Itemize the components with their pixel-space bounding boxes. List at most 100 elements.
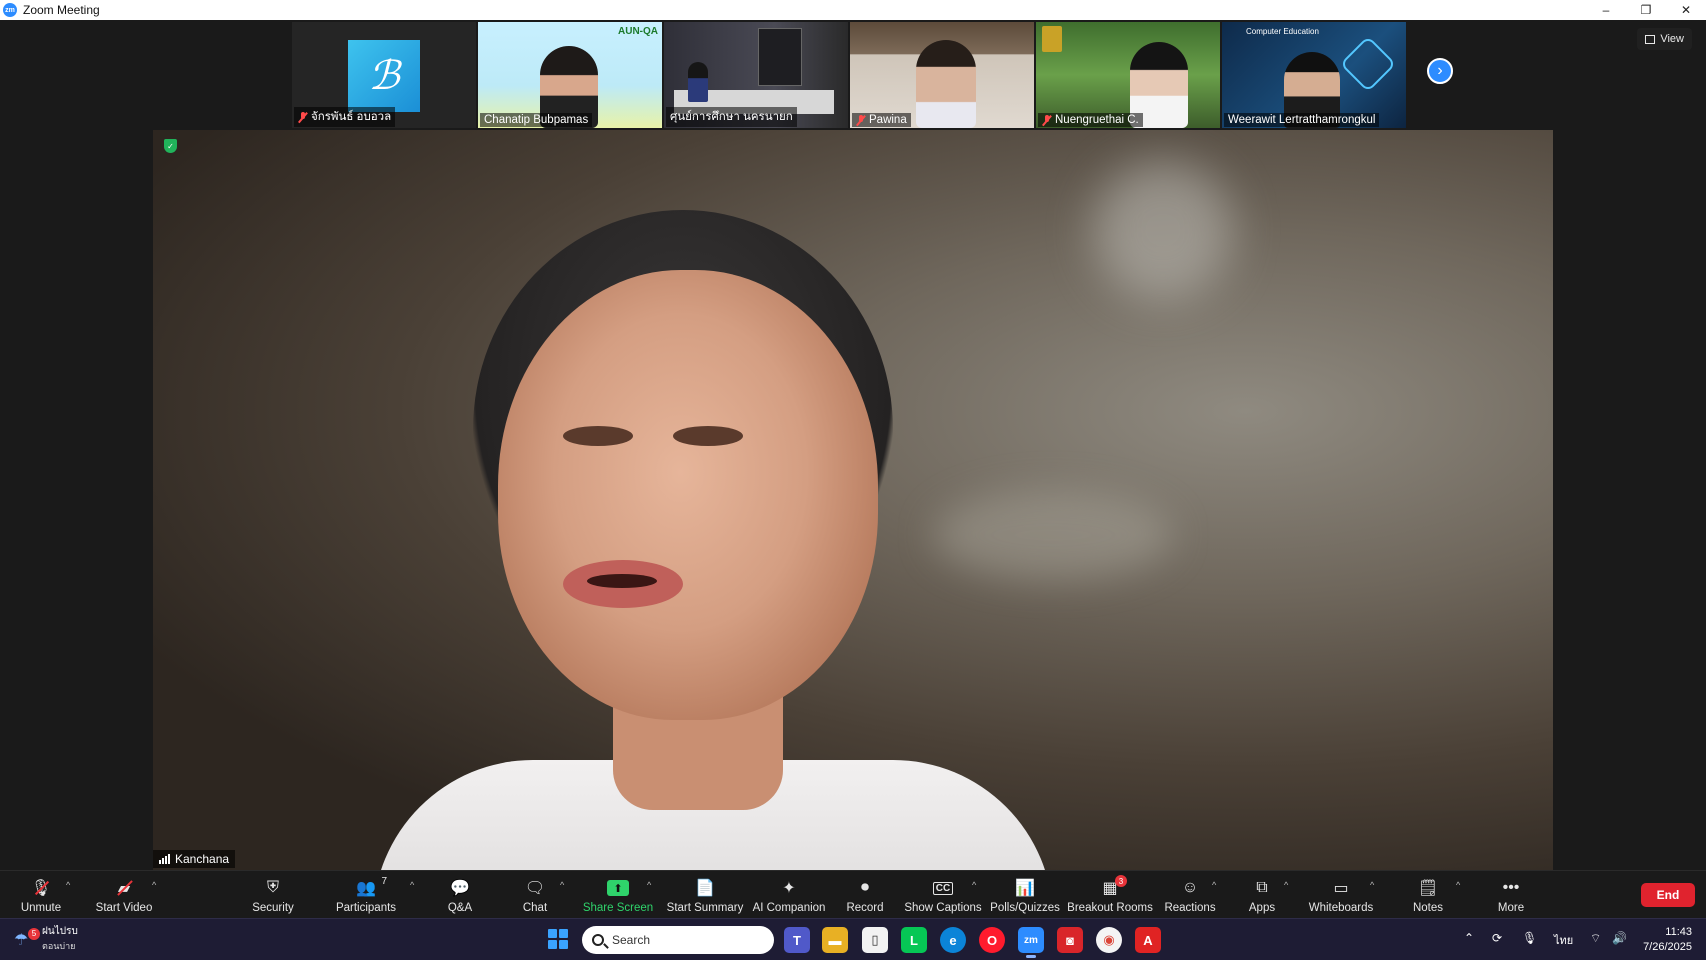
participant-video	[688, 62, 708, 102]
share-caret-icon[interactable]: ^	[647, 880, 651, 890]
encryption-shield-icon[interactable]: ✓	[164, 139, 177, 153]
participant-video	[916, 40, 976, 128]
file-explorer-icon[interactable]: ▬	[822, 927, 848, 953]
start-video-label: Start Video	[95, 902, 153, 914]
pdf-reader-icon[interactable]: A	[1135, 927, 1161, 953]
qa-button[interactable]: 💬 Q&A	[446, 871, 474, 919]
view-button[interactable]: View	[1637, 28, 1692, 50]
search-icon	[592, 934, 604, 946]
taskbar-search-box[interactable]: Search	[582, 926, 774, 954]
show-hidden-icons-chevron-icon[interactable]: ⌃	[1464, 931, 1474, 945]
apps-label: Apps	[1248, 902, 1276, 914]
screenshot-app-icon[interactable]: ◙	[1057, 927, 1083, 953]
participant-tile[interactable]: Computer Education Weerawit Lertratthamr…	[1222, 22, 1406, 128]
muted-mic-icon	[298, 111, 308, 123]
closed-captions-icon: CC	[932, 878, 954, 898]
participant-name-label: ศุนย์การศึกษา นครนายก	[666, 107, 797, 127]
weather-line-1: ฝนไปรบ	[42, 926, 78, 937]
notes-icon: 🗒	[1417, 880, 1439, 897]
profile-logo-icon: ℬ	[348, 40, 420, 112]
notes-label: Notes	[1412, 902, 1444, 914]
whiteboard-icon: ▭	[1333, 880, 1349, 897]
chrome-browser-icon[interactable]: ◉	[1096, 927, 1122, 953]
participant-name: Pawina	[869, 114, 907, 126]
chat-caret-icon[interactable]: ^	[560, 880, 564, 890]
search-placeholder: Search	[612, 933, 651, 947]
microphone-tray-icon[interactable]: 🎙	[1522, 931, 1537, 945]
input-language-indicator[interactable]: ไทย	[1554, 931, 1573, 949]
reactions-caret-icon[interactable]: ^	[1212, 880, 1216, 890]
wifi-icon[interactable]: ⌔	[1590, 931, 1601, 946]
sync-status-icon[interactable]: ⟳	[1492, 931, 1502, 945]
whiteboards-caret-icon[interactable]: ^	[1370, 880, 1374, 890]
chat-bubble-icon: 🗨	[524, 880, 546, 897]
whiteboards-button[interactable]: ▭ Whiteboards	[1308, 871, 1374, 919]
participant-tile[interactable]: Pawina	[850, 22, 1034, 128]
participants-caret-icon[interactable]: ^	[410, 880, 414, 890]
start-summary-label: Start Summary	[666, 902, 744, 914]
speaker-volume-icon[interactable]: 🔊	[1612, 931, 1627, 945]
video-options-caret-icon[interactable]: ^	[152, 880, 156, 890]
show-captions-button[interactable]: CC Show Captions	[904, 871, 982, 919]
reactions-button[interactable]: ☺ Reactions	[1164, 871, 1215, 919]
notes-caret-icon[interactable]: ^	[1456, 880, 1460, 890]
participant-tile[interactable]: AUN-QA Chanatip Bubpamas	[478, 22, 662, 128]
muted-mic-icon	[1042, 114, 1052, 126]
start-menu-icon[interactable]	[548, 929, 568, 949]
muted-microphone-icon: 🎙	[30, 878, 52, 898]
participant-name: จักรพันธ์ อบอวล	[311, 111, 392, 123]
line-app-icon[interactable]: L	[901, 927, 927, 953]
speaker-name-tag: Kanchana	[153, 850, 236, 868]
apps-caret-icon[interactable]: ^	[1284, 880, 1288, 890]
breakout-label: Breakout Rooms	[1067, 902, 1153, 914]
notepad-file-icon[interactable]: ▯	[862, 927, 888, 953]
polls-label: Polls/Quizzes	[990, 902, 1060, 914]
speaker-mouth	[563, 560, 683, 608]
ai-companion-label: AI Companion	[752, 902, 826, 914]
notes-button[interactable]: 🗒 Notes	[1413, 871, 1443, 919]
start-video-button[interactable]: ▰ Start Video	[94, 871, 154, 919]
participant-tile[interactable]: Nuengruethai C.	[1036, 22, 1220, 128]
speaker-eye	[673, 426, 743, 446]
close-button[interactable]: ✕	[1666, 0, 1706, 20]
polls-quizzes-button[interactable]: 📊 Polls/Quizzes	[990, 871, 1060, 919]
edge-browser-icon[interactable]: e	[940, 927, 966, 953]
active-speaker-video[interactable]: ✓ Kanchana	[153, 130, 1553, 870]
record-button[interactable]: ⏺ Record	[846, 871, 884, 919]
system-clock[interactable]: 11:43 7/26/2025	[1643, 925, 1692, 955]
video-off-icon: ▰	[113, 878, 135, 898]
opera-browser-icon[interactable]: O	[979, 927, 1005, 953]
next-page-arrow-icon[interactable]: ›	[1427, 58, 1453, 84]
weather-widget[interactable]: 5 ฝนไปรบ ตอนบ่าย	[14, 924, 78, 953]
restore-button[interactable]: ❐	[1626, 0, 1666, 20]
unmute-button[interactable]: 🎙 Unmute	[18, 871, 64, 919]
apps-button[interactable]: ⧉ Apps	[1248, 871, 1276, 919]
background-blur	[1093, 160, 1233, 300]
apps-icon: ⧉	[1256, 879, 1268, 896]
participant-tile[interactable]: ศุนย์การศึกษา นครนายก	[664, 22, 848, 128]
people-icon: 👥 7	[356, 876, 387, 897]
share-screen-button[interactable]: ⬆ Share Screen	[583, 871, 653, 919]
participants-label: Participants	[335, 902, 397, 914]
participant-name-label: Weerawit Lertratthamrongkul	[1224, 113, 1380, 127]
whiteboards-label: Whiteboards	[1308, 902, 1374, 914]
minimize-button[interactable]: –	[1586, 0, 1626, 20]
security-button[interactable]: ⛨ Security	[250, 871, 296, 919]
audio-options-caret-icon[interactable]: ^	[66, 880, 70, 890]
chat-label: Chat	[522, 902, 548, 914]
chat-button[interactable]: 🗨 Chat	[522, 871, 548, 919]
start-summary-button[interactable]: 📄 Start Summary	[666, 871, 744, 919]
speaker-face	[498, 270, 878, 720]
teams-app-icon[interactable]: T	[784, 927, 810, 953]
zoom-taskbar-icon[interactable]: zm	[1018, 927, 1044, 958]
breakout-rooms-button[interactable]: ▦ 3 Breakout Rooms	[1067, 871, 1153, 919]
participant-name: Weerawit Lertratthamrongkul	[1228, 114, 1376, 126]
participant-filmstrip: ℬ จักรพันธ์ อบอวล AUN-QA Chanatip Bubpam…	[292, 22, 1406, 128]
participant-tile[interactable]: ℬ จักรพันธ์ อบอวล	[292, 22, 476, 128]
participants-button[interactable]: 👥 7 Participants	[336, 871, 396, 919]
more-button[interactable]: ••• More	[1496, 871, 1526, 919]
ai-companion-button[interactable]: ✦ AI Companion	[752, 871, 826, 919]
captions-caret-icon[interactable]: ^	[972, 880, 976, 890]
zoom-app-icon: zm	[3, 3, 17, 17]
end-meeting-button[interactable]: End	[1641, 883, 1695, 907]
